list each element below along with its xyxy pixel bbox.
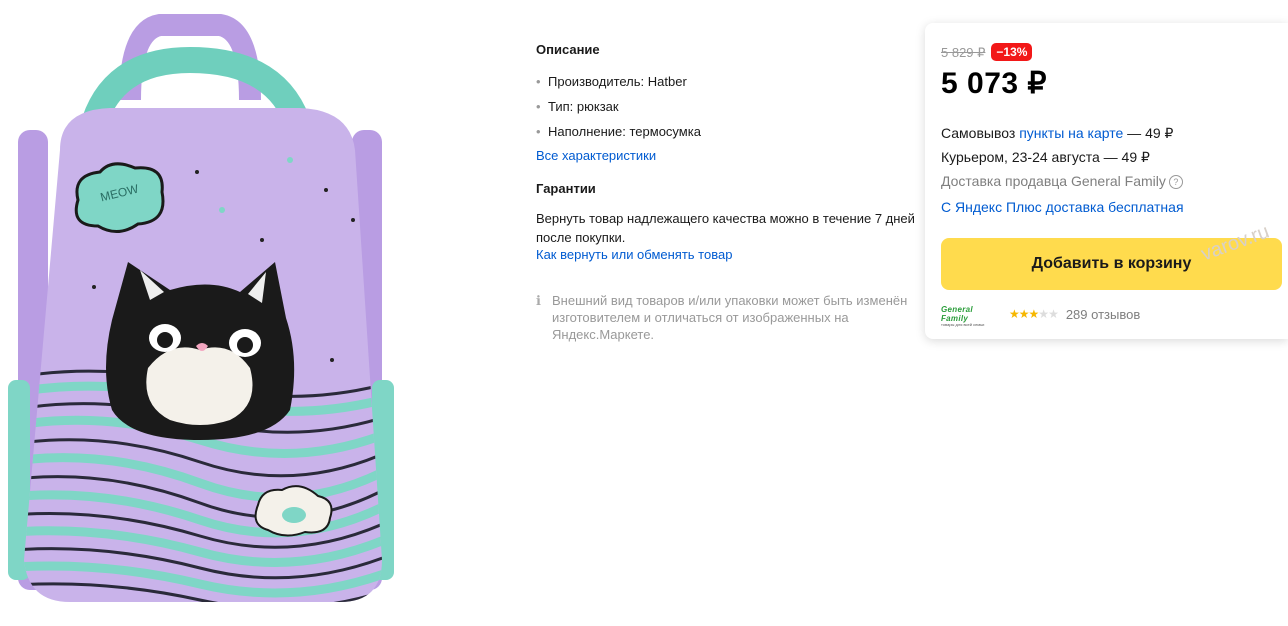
pickup-delivery: Самовывоз пункты на карте — 49 ₽ bbox=[941, 121, 1288, 145]
star-filled-icon: ★ bbox=[1009, 307, 1020, 321]
buy-box: 5 829 ₽ −13% 5 073 ₽ Самовывоз пункты на … bbox=[925, 23, 1288, 339]
info-icon: ℹ bbox=[536, 293, 541, 308]
pickup-price: — 49 ₽ bbox=[1123, 125, 1174, 141]
return-policy-link[interactable]: Как вернуть или обменять товар bbox=[536, 247, 732, 262]
star-empty-icon: ★ bbox=[1038, 307, 1049, 321]
warranty-text: Вернуть товар надлежащего качества можно… bbox=[536, 211, 915, 245]
reviews-link[interactable]: 289 отзывов bbox=[1066, 307, 1140, 322]
product-image[interactable]: MEOW bbox=[0, 0, 400, 626]
seller-delivery-text: Доставка продавца General Family bbox=[941, 173, 1166, 189]
description-section: Описание Производитель: Hatber Тип: рюкз… bbox=[536, 42, 916, 262]
description-title: Описание bbox=[536, 42, 600, 57]
seller-logo-subtitle: товары для всей семьи bbox=[941, 322, 985, 327]
spec-list: Производитель: Hatber Тип: рюкзак Наполн… bbox=[536, 73, 916, 148]
price-row: 5 829 ₽ −13% bbox=[941, 43, 1288, 62]
spec-item: Наполнение: термосумка bbox=[536, 123, 916, 148]
seller-delivery: Доставка продавца General Family? bbox=[941, 169, 1288, 193]
pickup-points-link[interactable]: пункты на карте bbox=[1019, 125, 1123, 141]
seller-logo-title: General Family bbox=[941, 305, 973, 323]
star-empty-icon: ★ bbox=[1048, 307, 1059, 321]
discount-badge: −13% bbox=[991, 43, 1033, 61]
appearance-notice: ℹ Внешний вид товаров и/или упаковки мож… bbox=[536, 292, 922, 343]
spec-item: Производитель: Hatber bbox=[536, 73, 916, 98]
all-specs-link[interactable]: Все характеристики bbox=[536, 148, 916, 163]
backpack-illustration bbox=[8, 13, 394, 602]
star-filled-icon: ★ bbox=[1018, 307, 1030, 321]
seller-info: General Family товары для всей семьи ★★★… bbox=[941, 305, 1140, 327]
seller-logo[interactable]: General Family товары для всей семьи bbox=[941, 305, 999, 327]
spec-item: Тип: рюкзак bbox=[536, 98, 916, 123]
current-price: 5 073 ₽ bbox=[941, 67, 1047, 100]
courier-delivery: Курьером, 23-24 августа — 49 ₽ bbox=[941, 149, 1150, 165]
add-to-cart-button[interactable]: Добавить в корзину bbox=[941, 238, 1282, 290]
notice-text: Внешний вид товаров и/или упаковки может… bbox=[552, 293, 908, 342]
pickup-prefix: Самовывоз bbox=[941, 125, 1020, 141]
old-price: 5 829 ₽ bbox=[941, 45, 986, 60]
help-icon[interactable]: ? bbox=[1168, 175, 1183, 189]
warranty-title: Гарантии bbox=[536, 181, 596, 196]
star-filled-icon: ★ bbox=[1028, 307, 1040, 321]
plus-delivery-link[interactable]: С Яндекс Плюс доставка бесплатная bbox=[941, 199, 1288, 215]
rating-stars: ★★★★★ bbox=[1009, 307, 1059, 321]
